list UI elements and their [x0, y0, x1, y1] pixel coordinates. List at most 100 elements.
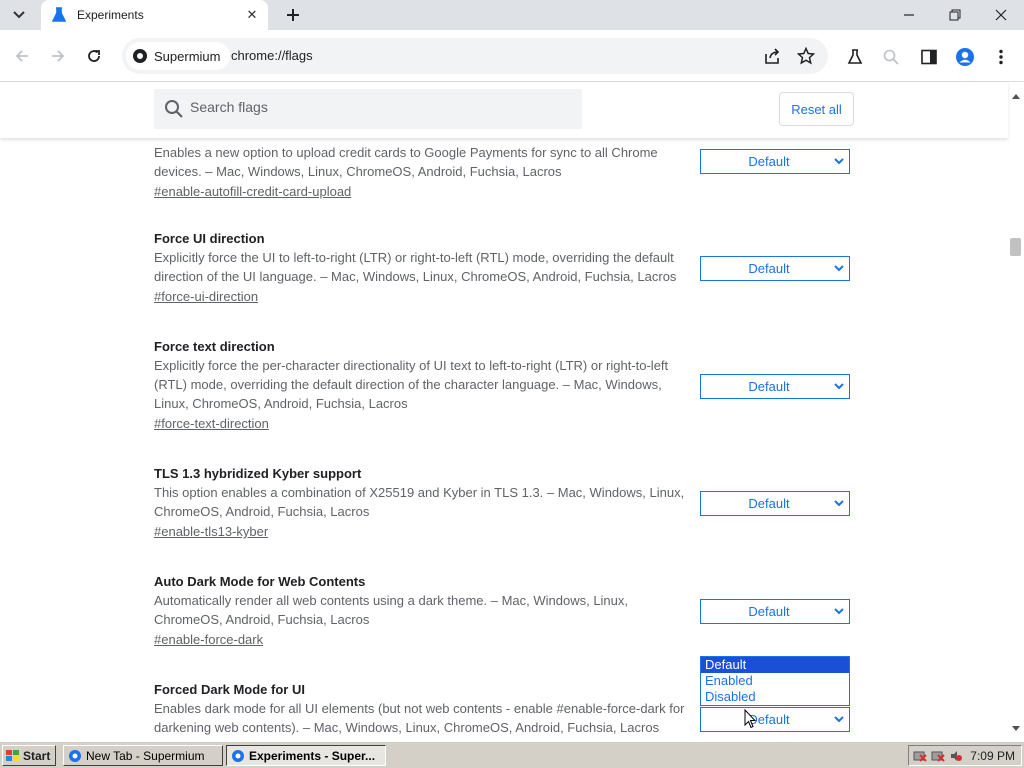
task-label: Experiments - Super... [249, 748, 376, 763]
start-button[interactable]: Start [2, 745, 56, 766]
flag-link[interactable]: #enable-tls13-kyber [154, 521, 268, 542]
select-dropdown-list: Default Enabled Disabled [700, 656, 850, 706]
reload-button[interactable] [82, 44, 106, 68]
task-new-tab[interactable]: New Tab - Supermium [63, 745, 223, 766]
flags-list: Enables a new option to upload credit ca… [0, 138, 1008, 740]
scroll-down-arrow-icon[interactable] [1012, 718, 1020, 736]
reload-icon [88, 50, 100, 62]
arrow-left-icon [15, 50, 28, 62]
select-value: Default [748, 496, 790, 511]
close-tab-icon[interactable]: ✕ [242, 5, 262, 25]
site-info-chip[interactable]: Supermium [126, 42, 231, 70]
arrow-right-icon [52, 50, 65, 62]
close-window-button[interactable] [978, 0, 1024, 30]
flag-select[interactable]: Default [700, 491, 850, 516]
mouse-cursor-icon [744, 708, 757, 734]
flag-link[interactable]: #force-text-direction [154, 413, 269, 434]
flag-description: Enables dark mode for all UI elements (b… [154, 701, 685, 735]
tab-title: Experiments [77, 8, 144, 22]
taskbar: Start New Tab - Supermium Experiments - … [0, 741, 1024, 768]
vertical-scrollbar[interactable] [1008, 82, 1024, 740]
address-bar[interactable]: Supermium chrome://flags [122, 38, 828, 74]
volume-muted-icon[interactable] [949, 749, 963, 763]
plus-icon [287, 9, 299, 21]
select-value: Default [748, 261, 790, 276]
tab-search-button[interactable] [6, 4, 32, 26]
more-menu-icon[interactable] [990, 46, 1012, 68]
flag-description: Explicitly force the per-character direc… [154, 358, 669, 411]
flag-select-open[interactable]: Default [700, 707, 850, 732]
option-disabled[interactable]: Disabled [701, 689, 849, 705]
scrollbar-thumb[interactable] [1010, 238, 1021, 256]
flag-entry: Auto Dark Mode for Web Contents Automati… [154, 572, 854, 650]
reset-all-button[interactable]: Reset all [779, 92, 854, 126]
search-icon[interactable] [880, 46, 902, 68]
chevron-down-icon [829, 158, 849, 165]
share-icon[interactable] [763, 46, 783, 66]
close-icon [995, 9, 1007, 21]
labs-flask-icon[interactable] [844, 46, 866, 68]
windows-logo-icon [6, 749, 20, 762]
select-value: Default [748, 379, 790, 394]
forward-button[interactable] [46, 44, 70, 68]
supermium-logo-icon [132, 48, 148, 64]
site-chip-label: Supermium [154, 48, 221, 64]
minimize-icon [904, 14, 914, 16]
network-disconnected-icon[interactable] [931, 749, 945, 763]
flag-name: Auto Dark Mode for Web Contents [154, 574, 366, 589]
side-panel-icon[interactable] [918, 46, 940, 68]
flag-name: Force UI direction [154, 231, 265, 246]
flag-name: TLS 1.3 hybridized Kyber support [154, 466, 362, 481]
flag-name: Force text direction [154, 339, 275, 354]
flag-description: Explicitly force the UI to left-to-right… [154, 250, 677, 284]
flag-entry: TLS 1.3 hybridized Kyber support This op… [154, 464, 854, 542]
start-label: Start [23, 748, 51, 763]
browser-toolbar: Supermium chrome://flags [0, 30, 1024, 82]
search-flags-box[interactable] [154, 89, 582, 129]
restore-button[interactable] [932, 0, 978, 30]
flag-description: Automatically render all web contents us… [154, 593, 629, 627]
chevron-down-icon [829, 383, 849, 390]
flask-icon [51, 7, 67, 23]
flag-link[interactable]: #enable-autofill-credit-card-upload [154, 181, 351, 202]
chevron-down-icon [829, 608, 849, 615]
supermium-icon [231, 749, 245, 763]
flag-select[interactable]: Default [700, 149, 850, 174]
search-icon [164, 99, 184, 124]
system-tray: 7:09 PM [908, 745, 1022, 766]
new-tab-button[interactable] [282, 4, 304, 26]
flag-select[interactable]: Default [700, 374, 850, 399]
tab-experiments[interactable]: Experiments ✕ [41, 0, 268, 30]
option-default[interactable]: Default [701, 657, 849, 673]
select-value: Default [748, 712, 790, 727]
chevron-down-icon [829, 265, 849, 272]
select-value: Default [748, 604, 790, 619]
flag-description: Enables a new option to upload credit ca… [154, 145, 658, 179]
chevron-down-icon [829, 716, 849, 723]
flag-entry: Force UI direction Explicitly force the … [154, 229, 854, 307]
flag-link[interactable]: #enable-force-dark [154, 629, 263, 650]
minimize-button[interactable] [886, 0, 932, 30]
url-text: chrome://flags [231, 48, 313, 63]
select-value: Default [748, 154, 790, 169]
clock: 7:09 PM [970, 748, 1015, 763]
flag-entry: Force text direction Explicitly force th… [154, 337, 854, 434]
flags-header: Reset all [0, 82, 1008, 138]
task-experiments[interactable]: Experiments - Super... [226, 745, 386, 766]
flag-select[interactable]: Default [700, 599, 850, 624]
network-icon[interactable] [913, 749, 927, 763]
option-enabled[interactable]: Enabled [701, 673, 849, 689]
search-flags-input[interactable] [190, 99, 570, 115]
flag-description: This option enables a combination of X25… [154, 485, 685, 519]
back-button[interactable] [10, 44, 34, 68]
restore-icon [949, 9, 961, 21]
flag-link[interactable]: #force-ui-direction [154, 286, 258, 307]
chevron-down-icon [829, 500, 849, 507]
tab-strip: Experiments ✕ [0, 0, 1024, 30]
profile-avatar-icon[interactable] [954, 46, 976, 68]
chevron-down-icon [13, 11, 25, 19]
scroll-up-arrow-icon[interactable] [1012, 86, 1020, 104]
flag-select[interactable]: Default [700, 256, 850, 281]
task-label: New Tab - Supermium [86, 748, 205, 763]
bookmark-star-icon[interactable] [796, 46, 816, 66]
